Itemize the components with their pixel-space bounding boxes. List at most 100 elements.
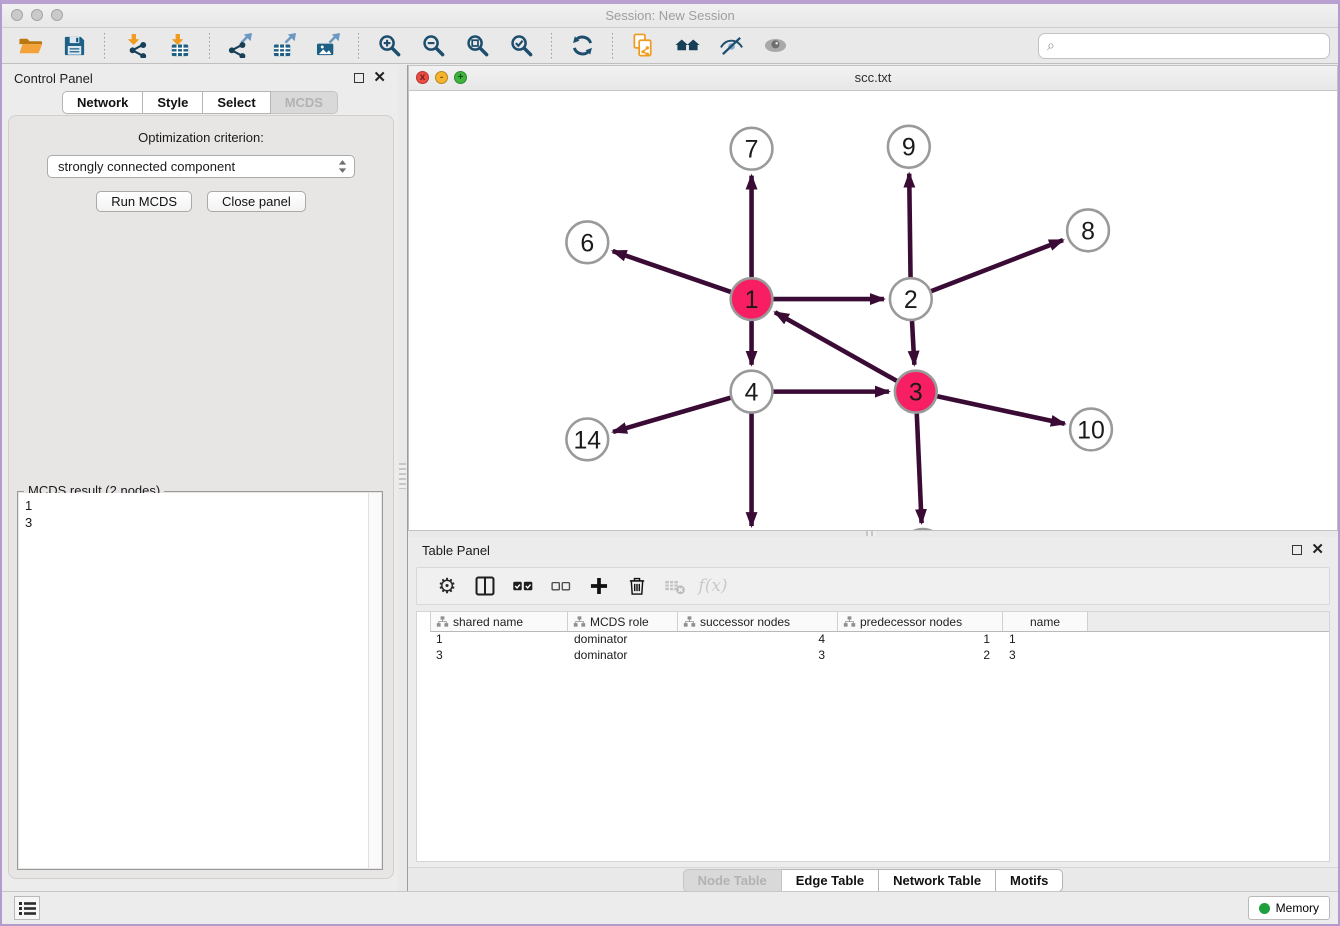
tab-network-table[interactable]: Network Table [879,869,996,892]
edge-3-11[interactable] [917,414,922,524]
result-item[interactable]: 1 [25,497,381,514]
table-tabs-bar: Node TableEdge TableNetwork TableMotifs [408,867,1338,891]
hide-eye-icon[interactable] [711,31,751,61]
double-house-icon[interactable] [667,31,707,61]
float-panel-icon[interactable] [1292,545,1302,555]
cell-shared-name[interactable]: 3 [430,648,568,664]
cell-MCDS-role[interactable]: dominator [568,648,678,664]
open-session-icon[interactable] [10,31,50,61]
node-8[interactable]: 8 [1067,209,1109,251]
edge-2-3[interactable] [912,321,914,365]
node-6[interactable]: 6 [566,221,608,263]
node-11[interactable]: 11 [902,529,944,530]
cell-successor-nodes[interactable]: 3 [678,648,838,664]
node-9[interactable]: 9 [888,126,930,168]
node-4[interactable]: 4 [731,371,773,413]
result-scrollbar[interactable] [368,493,381,868]
float-panel-icon[interactable] [354,73,364,83]
node-1[interactable]: 1 [731,278,773,320]
ndex-document-icon[interactable] [623,31,663,61]
node-10[interactable]: 10 [1070,409,1112,451]
tab-mcds[interactable]: MCDS [271,91,338,114]
window-title: Session: New Session [2,8,1338,23]
mcds-result-list[interactable]: 13 [19,493,381,868]
splitter-grip[interactable] [866,531,876,536]
node-2[interactable]: 2 [890,278,932,320]
column-header-shared-name[interactable]: shared name [430,612,568,631]
export-network-icon[interactable] [220,31,260,61]
cell-name[interactable]: 3 [1003,648,1088,664]
svg-text:9: 9 [902,134,916,162]
tab-node-table[interactable]: Node Table [683,869,782,892]
save-session-icon[interactable] [54,31,94,61]
tab-motifs[interactable]: Motifs [996,869,1063,892]
memory-button[interactable]: Memory [1248,896,1330,920]
table-row[interactable]: 3dominator323 [430,648,1329,664]
edge-3-1[interactable] [775,312,897,381]
edge-4-14[interactable] [613,398,730,432]
network-canvas[interactable]: 7968124314101511 [409,91,1337,530]
import-table-icon[interactable] [159,31,199,61]
cell-predecessor-nodes[interactable]: 1 [838,632,1003,648]
criterion-select[interactable]: strongly connected component [47,155,355,178]
zoom-fit-icon[interactable] [457,31,497,61]
table-row[interactable]: 1dominator411 [430,632,1329,648]
search-box[interactable]: ⌕ [1038,33,1330,59]
table-settings-icon[interactable]: ⚙ [431,571,463,601]
column-edit-icon [843,615,856,628]
table-panel-title: Table Panel [422,543,490,558]
zoom-out-icon[interactable] [413,31,453,61]
edge-2-8[interactable] [931,240,1063,291]
cell-successor-nodes[interactable]: 4 [678,632,838,648]
edge-2-9[interactable] [909,174,910,278]
show-eye-icon[interactable] [755,31,795,61]
vertical-splitter[interactable] [398,65,408,891]
close-panel-button[interactable]: Close panel [207,191,306,212]
column-header-MCDS-role[interactable]: MCDS role [568,612,678,631]
column-header-successor-nodes[interactable]: successor nodes [678,612,838,631]
splitter-grip[interactable] [399,463,406,489]
cell-MCDS-role[interactable]: dominator [568,632,678,648]
column-label: successor nodes [700,615,790,629]
unselect-all-columns-icon[interactable] [545,571,577,601]
network-view-title: scc.txt [409,70,1337,85]
cell-shared-name[interactable]: 1 [430,632,568,648]
zoom-in-icon[interactable] [369,31,409,61]
export-table-icon[interactable] [264,31,304,61]
show-columns-icon[interactable] [469,571,501,601]
select-all-columns-icon[interactable] [507,571,539,601]
edge-1-6[interactable] [613,251,731,292]
control-panel-title: Control Panel [14,71,93,86]
run-mcds-button[interactable]: Run MCDS [96,191,192,212]
table-panel: Table Panel ✕ ⚙f(x) shared nameMCDS role… [408,537,1338,891]
node-14[interactable]: 14 [566,419,608,461]
tab-network[interactable]: Network [62,91,143,114]
tab-select[interactable]: Select [203,91,270,114]
node-7[interactable]: 7 [731,128,773,170]
edge-3-10[interactable] [937,396,1065,424]
create-column-icon[interactable] [583,571,615,601]
column-header-predecessor-nodes[interactable]: predecessor nodes [838,612,1003,631]
main-toolbar: ⌕ [2,28,1338,64]
mcds-result-group: MCDS result (2 nodes) 13 [17,491,383,870]
export-image-icon[interactable] [308,31,348,61]
refresh-layout-icon[interactable] [562,31,602,61]
toolbar-separator [358,33,359,59]
zoom-selected-icon[interactable] [501,31,541,61]
cell-predecessor-nodes[interactable]: 2 [838,648,1003,664]
column-header-name[interactable]: name [1003,612,1088,631]
close-panel-icon[interactable]: ✕ [1311,545,1324,555]
tab-style[interactable]: Style [143,91,203,114]
criterion-value: strongly connected component [58,159,337,174]
result-item[interactable]: 3 [25,514,381,531]
delete-columns-icon[interactable] [621,571,653,601]
node-3[interactable]: 3 [895,371,937,413]
search-input[interactable] [1060,38,1321,53]
cell-name[interactable]: 1 [1003,632,1088,648]
task-history-button[interactable] [14,896,40,920]
network-view-window: x-+ scc.txt 7968124314101511 [408,65,1338,531]
import-network-icon[interactable] [115,31,155,61]
tab-edge-table[interactable]: Edge Table [782,869,879,892]
column-label: shared name [453,615,523,629]
close-panel-icon[interactable]: ✕ [373,73,386,83]
